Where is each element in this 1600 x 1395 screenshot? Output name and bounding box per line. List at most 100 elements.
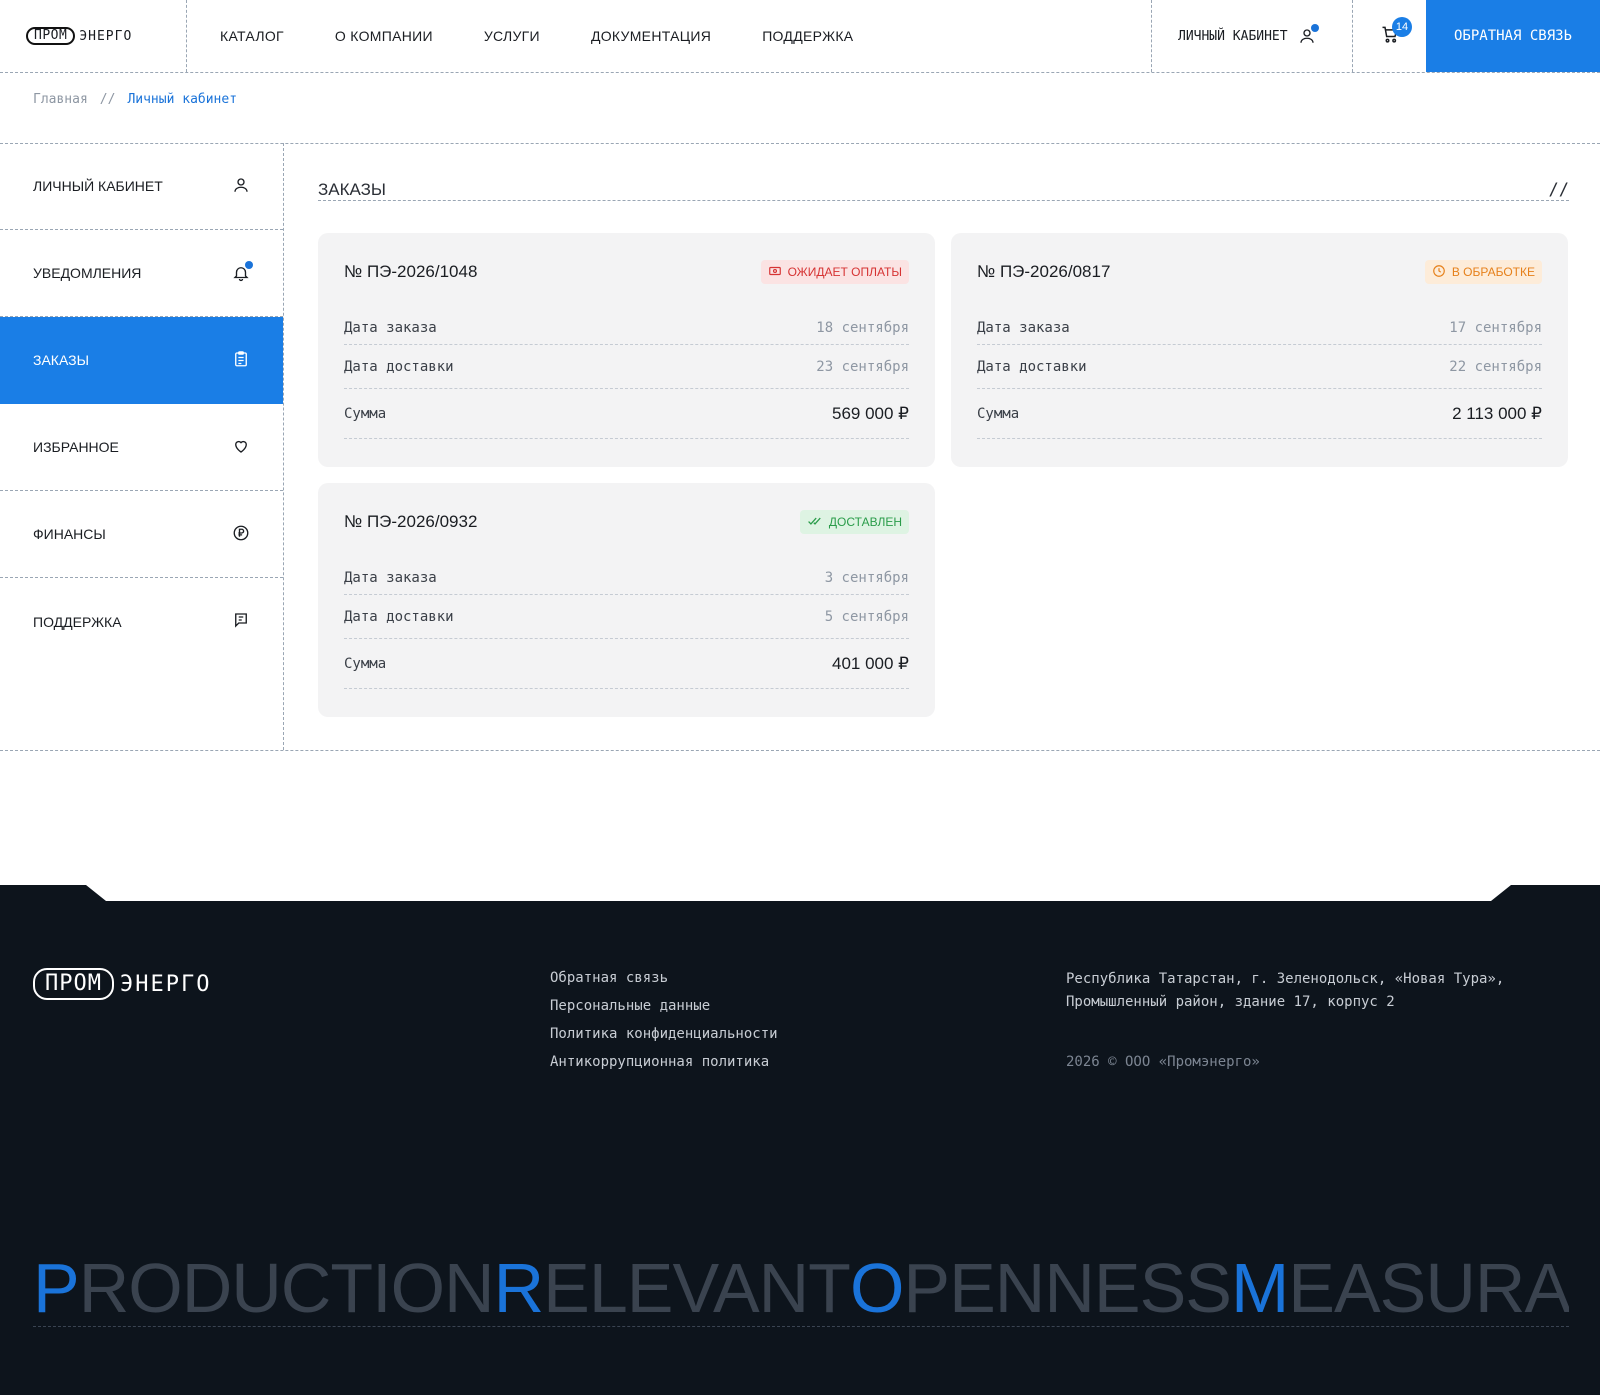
order-date-row: Дата заказа 3 сентября [344,561,909,595]
footer-copyright: 2026 © ООО «Промэнерго» [1066,1054,1260,1070]
footer-logo[interactable]: ПРОМ ЭНЕРГО [33,968,211,1000]
address-line: Республика Татарстан, г. Зеленодольск, «… [1066,971,1505,987]
feedback-button[interactable]: Обратная связь [1426,0,1600,72]
notification-dot [1310,24,1319,32]
footer-link-personal-data[interactable]: Персональные данные [550,996,778,1016]
logo-pill: ПРОМ [26,27,76,45]
banknote-icon [768,264,782,281]
footer-slogan: PRODUCTION RELEVANT OPENNESS MEASURABLE [33,1237,1569,1327]
sidebar-item-finance[interactable]: Финансы [0,491,283,578]
sidebar-item-label: Личный кабинет [33,178,163,194]
nav-catalog[interactable]: Каталог [220,28,284,44]
delivery-date-label: Дата доставки [344,358,454,375]
slogan-word: OPENNESS [849,1249,1232,1327]
main-nav: Каталог О компании Услуги Документация П… [187,0,1151,72]
delivery-date-value: 22 сентября [1449,358,1542,375]
nav-support[interactable]: Поддержка [762,28,853,44]
ruble-coin-icon [232,524,250,545]
footer-link-privacy[interactable]: Политика конфиденциальности [550,1024,778,1044]
logo-cell: ПРОМ ЭНЕРГО [0,0,187,72]
order-date-value: 18 сентября [816,319,909,336]
footer-notch-shape [0,885,1600,901]
order-card-header: № ПЭ-2026/0817 В обработке [977,233,1542,311]
sum-value: 2 113 000 ₽ [1452,403,1542,423]
breadcrumb-separator: // [99,92,116,107]
heart-icon [232,437,250,458]
order-number: № ПЭ-2026/0932 [344,512,478,531]
order-card[interactable]: № ПЭ-2026/0932 Доставлен Дата заказа 3 с… [318,483,935,717]
order-number: № ПЭ-2026/1048 [344,262,478,281]
sidebar-item-notifications[interactable]: Уведомления [0,230,283,317]
nav-about[interactable]: О компании [335,28,433,44]
sidebar: Личный кабинет Уведомления Заказы Избран… [0,143,284,750]
sidebar-item-account[interactable]: Личный кабинет [0,143,283,230]
footer-link-feedback[interactable]: Обратная связь [550,968,778,988]
sidebar-item-support[interactable]: Поддержка [0,578,283,665]
order-date-value: 3 сентября [824,569,909,586]
footer-logo-pill: ПРОМ [33,968,114,1000]
sum-row: Сумма 2 113 000 ₽ [977,389,1542,439]
breadcrumb: Главная // Личный кабинет [33,92,237,107]
sum-row: Сумма 569 000 ₽ [344,389,909,439]
delivery-date-value: 23 сентября [816,358,909,375]
order-date-label: Дата заказа [977,319,1070,336]
double-check-icon [807,514,823,531]
breadcrumb-home[interactable]: Главная [33,92,88,107]
site-header: ПРОМ ЭНЕРГО Каталог О компании Услуги До… [0,0,1600,73]
nav-services[interactable]: Услуги [484,28,540,44]
cart-count-badge: 14 [1392,17,1412,37]
sidebar-item-favorites[interactable]: Избранное [0,404,283,491]
sidebar-item-label: Финансы [33,526,106,542]
breadcrumb-current: Личный кабинет [127,92,238,107]
notification-dot [245,261,253,269]
order-date-value: 17 сентября [1449,319,1542,336]
order-card[interactable]: № ПЭ-2026/1048 Ожидает оплаты Дата заказ… [318,233,935,467]
delivery-date-row: Дата доставки 22 сентября [977,345,1542,389]
section-header: Заказы // [318,180,1569,201]
chat-icon [232,611,250,632]
sum-label: Сумма [344,655,387,672]
nav-documentation[interactable]: Документация [591,28,711,44]
sidebar-item-orders[interactable]: Заказы [0,317,283,404]
sum-row: Сумма 401 000 ₽ [344,639,909,689]
status-label: Ожидает оплаты [787,265,902,279]
user-icon [232,176,250,197]
divider [0,750,1600,751]
delivery-date-row: Дата доставки 5 сентября [344,595,909,639]
sum-label: Сумма [344,405,387,422]
cart-button[interactable]: 14 [1353,0,1426,72]
footer-link-anticorruption[interactable]: Антикоррупционная политика [550,1052,778,1072]
order-card[interactable]: № ПЭ-2026/0817 В обработке Дата заказа 1… [951,233,1568,467]
page-title: Заказы [318,180,386,199]
order-date-row: Дата заказа 18 сентября [344,311,909,345]
sum-label: Сумма [977,405,1020,422]
clipboard-icon [232,350,250,371]
status-badge: Ожидает оплаты [760,260,909,284]
user-icon [1298,24,1319,45]
sum-value: 401 000 ₽ [832,653,909,673]
order-number: № ПЭ-2026/0817 [977,262,1111,281]
slogan-word: RELEVANT [493,1249,851,1327]
bell-icon [232,261,253,282]
status-label: В обработке [1451,265,1535,279]
delivery-date-label: Дата доставки [977,358,1087,375]
slogan-word: PRODUCTION [33,1249,495,1327]
sidebar-item-label: Уведомления [33,265,142,281]
footer-address: Республика Татарстан, г. Зеленодольск, «… [1066,968,1546,1014]
address-line: Промышленный район, здание 17, корпус 2 [1066,994,1395,1010]
order-date-row: Дата заказа 17 сентября [977,311,1542,345]
status-badge: В обработке [1424,260,1542,284]
sidebar-item-label: Заказы [33,352,89,368]
status-label: Доставлен [828,515,902,529]
order-card-header: № ПЭ-2026/1048 Ожидает оплаты [344,233,909,311]
delivery-date-value: 5 сентября [824,608,909,625]
sidebar-item-label: Избранное [33,439,119,455]
delivery-date-row: Дата доставки 23 сентября [344,345,909,389]
order-date-label: Дата заказа [344,319,437,336]
footer-logo-word: ЭНЕРГО [119,971,212,997]
site-logo[interactable]: ПРОМ ЭНЕРГО [26,27,132,45]
logo-word: ЭНЕРГО [79,28,133,44]
account-link[interactable]: Личный кабинет [1151,0,1353,72]
clock-icon [1432,264,1446,281]
account-label: Личный кабинет [1178,28,1288,44]
